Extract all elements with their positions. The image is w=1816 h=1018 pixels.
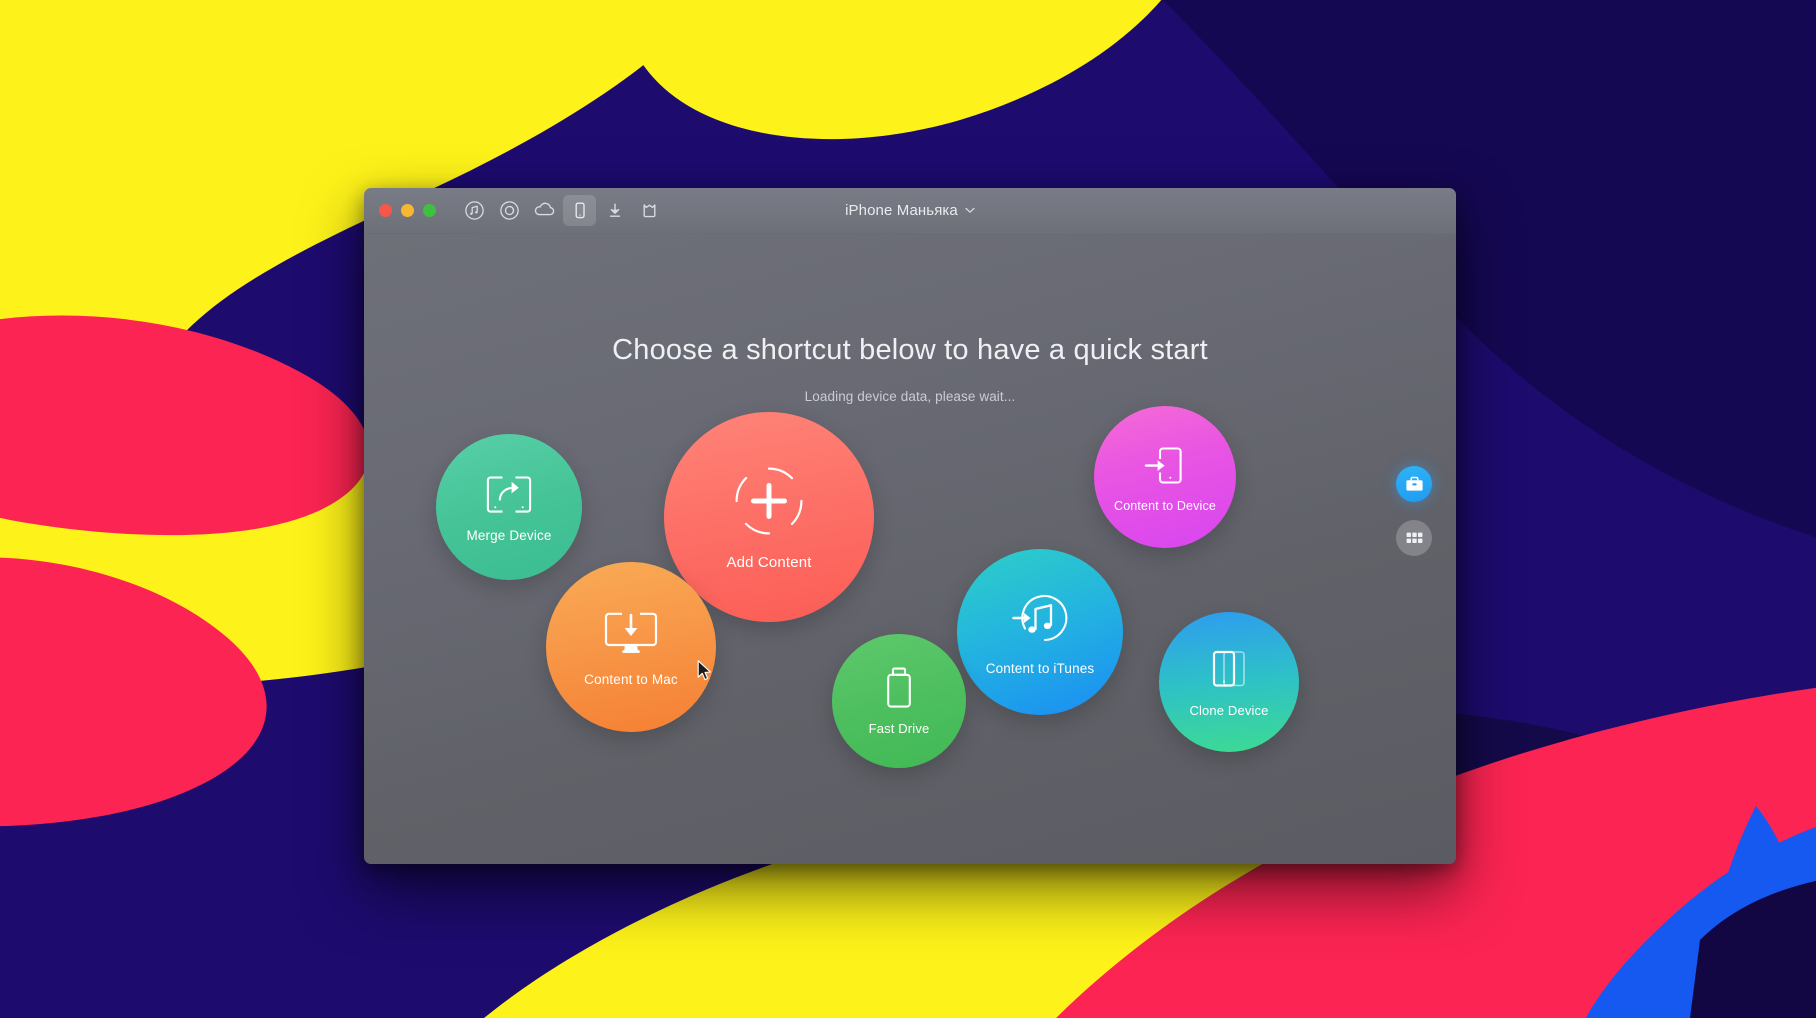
toolbox-fab-button[interactable] bbox=[1396, 466, 1432, 502]
page-title: Choose a shortcut below to have a quick … bbox=[612, 334, 1208, 366]
disc-icon[interactable] bbox=[493, 195, 526, 226]
content-to-mac-icon bbox=[600, 608, 662, 660]
status-text: Loading device data, please wait... bbox=[804, 389, 1016, 404]
shortcut-merge-device[interactable]: Merge Device bbox=[436, 434, 582, 580]
traffic-light-group bbox=[379, 204, 436, 217]
shortcut-label: Clone Device bbox=[1189, 702, 1269, 718]
close-button[interactable] bbox=[379, 204, 392, 217]
shortcut-label: Fast Drive bbox=[868, 721, 930, 736]
shortcut-fast-drive[interactable]: Fast Drive bbox=[832, 634, 966, 768]
download-icon[interactable] bbox=[598, 195, 631, 226]
shortcut-content-to-mac[interactable]: Content to Mac bbox=[546, 562, 716, 732]
cloud-icon[interactable] bbox=[528, 195, 561, 226]
app-window: iPhone Маньяка Choose a shortcut below t… bbox=[364, 188, 1456, 864]
merge-device-icon bbox=[481, 472, 537, 518]
device-selector[interactable]: iPhone Маньяка bbox=[845, 202, 975, 219]
phone-icon[interactable] bbox=[563, 195, 596, 226]
toolbar-icon-group bbox=[458, 195, 666, 226]
window-titlebar: iPhone Маньяка bbox=[364, 188, 1456, 234]
usb-drive-icon bbox=[882, 666, 916, 710]
toolbox-icon[interactable] bbox=[633, 195, 666, 226]
content-to-itunes-icon bbox=[1009, 589, 1071, 649]
clone-device-icon bbox=[1206, 647, 1252, 693]
shortcut-label: Merge Device bbox=[466, 527, 552, 543]
desktop: iPhone Маньяка Choose a shortcut below t… bbox=[0, 0, 1816, 1018]
shortcut-label: Add Content bbox=[726, 553, 812, 571]
toolbox-icon bbox=[1405, 476, 1423, 491]
grid-view-fab-button[interactable] bbox=[1396, 520, 1432, 556]
shortcut-clone-device[interactable]: Clone Device bbox=[1159, 612, 1299, 752]
window-body: Choose a shortcut below to have a quick … bbox=[364, 234, 1456, 864]
add-plus-icon bbox=[732, 464, 806, 538]
content-to-device-icon bbox=[1140, 442, 1190, 490]
minimize-button[interactable] bbox=[401, 204, 414, 217]
shortcut-label: Content to Mac bbox=[584, 671, 678, 687]
shortcut-content-to-device[interactable]: Content to Device bbox=[1094, 406, 1236, 548]
music-icon[interactable] bbox=[458, 195, 491, 226]
shortcut-add-content[interactable]: Add Content bbox=[664, 412, 874, 622]
shortcut-label: Content to Device bbox=[1114, 498, 1216, 513]
shortcut-label: Content to iTunes bbox=[985, 660, 1095, 676]
zoom-button[interactable] bbox=[423, 204, 436, 217]
grid-icon bbox=[1406, 532, 1422, 543]
chevron-down-icon bbox=[965, 207, 975, 213]
shortcut-content-to-itunes[interactable]: Content to iTunes bbox=[957, 549, 1123, 715]
device-name-label: iPhone Маньяка bbox=[845, 202, 958, 219]
